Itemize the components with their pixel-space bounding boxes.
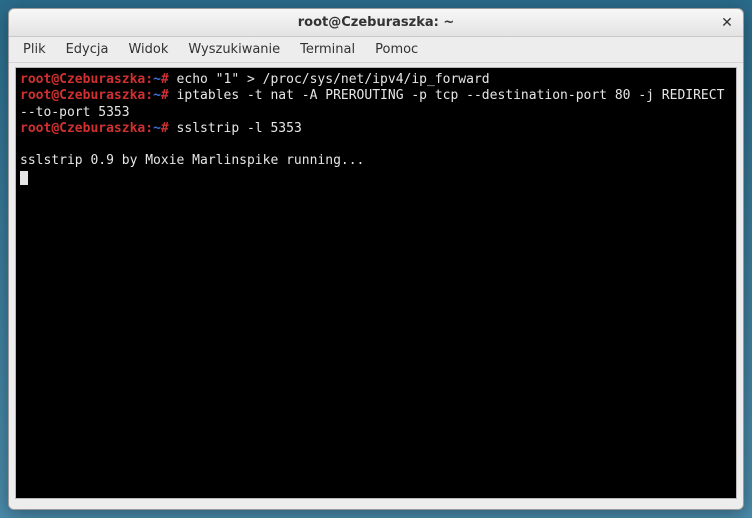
prompt-user: root [20, 88, 51, 103]
menu-terminal[interactable]: Terminal [290, 38, 365, 61]
close-button[interactable]: ✕ [717, 13, 737, 33]
prompt-colon: : [145, 72, 153, 87]
prompt-path: ~ [153, 88, 161, 103]
prompt-at: @ [51, 121, 59, 136]
prompt-user: root [20, 72, 51, 87]
prompt-host: Czeburaszka [59, 72, 145, 87]
terminal-output[interactable]: root@Czeburaszka:~# echo "1" > /proc/sys… [15, 67, 737, 499]
command-text: sslstrip -l 5353 [169, 121, 302, 136]
prompt-colon: : [145, 88, 153, 103]
titlebar[interactable]: root@Czeburaszka: ~ ✕ [9, 9, 743, 37]
menu-file[interactable]: Plik [13, 38, 56, 61]
menu-view[interactable]: Widok [118, 38, 178, 61]
prompt-symbol: # [161, 121, 169, 136]
prompt-host: Czeburaszka [59, 88, 145, 103]
close-icon: ✕ [721, 15, 733, 31]
menu-search[interactable]: Wyszukiwanie [178, 38, 290, 61]
menu-edit[interactable]: Edycja [56, 38, 119, 61]
prompt-host: Czeburaszka [59, 121, 145, 136]
prompt-at: @ [51, 72, 59, 87]
terminal-line: root@Czeburaszka:~# echo "1" > /proc/sys… [20, 72, 732, 88]
terminal-window: root@Czeburaszka: ~ ✕ Plik Edycja Widok … [8, 8, 744, 510]
terminal-line: root@Czeburaszka:~# iptables -t nat -A P… [20, 88, 732, 121]
output-text: sslstrip 0.9 by Moxie Marlinspike runnin… [20, 153, 364, 168]
prompt-symbol: # [161, 88, 169, 103]
terminal-container: root@Czeburaszka:~# echo "1" > /proc/sys… [9, 63, 743, 509]
window-title: root@Czeburaszka: ~ [298, 15, 455, 30]
terminal-line: sslstrip 0.9 by Moxie Marlinspike runnin… [20, 153, 732, 169]
menubar: Plik Edycja Widok Wyszukiwanie Terminal … [9, 37, 743, 63]
prompt-at: @ [51, 88, 59, 103]
command-text: echo "1" > /proc/sys/net/ipv4/ip_forward [169, 72, 490, 87]
prompt-colon: : [145, 121, 153, 136]
menu-help[interactable]: Pomoc [365, 38, 428, 61]
cursor-line [20, 170, 732, 186]
terminal-line [20, 137, 732, 153]
prompt-user: root [20, 121, 51, 136]
prompt-path: ~ [153, 72, 161, 87]
terminal-line: root@Czeburaszka:~# sslstrip -l 5353 [20, 121, 732, 137]
prompt-path: ~ [153, 121, 161, 136]
terminal-cursor [20, 171, 28, 185]
prompt-symbol: # [161, 72, 169, 87]
